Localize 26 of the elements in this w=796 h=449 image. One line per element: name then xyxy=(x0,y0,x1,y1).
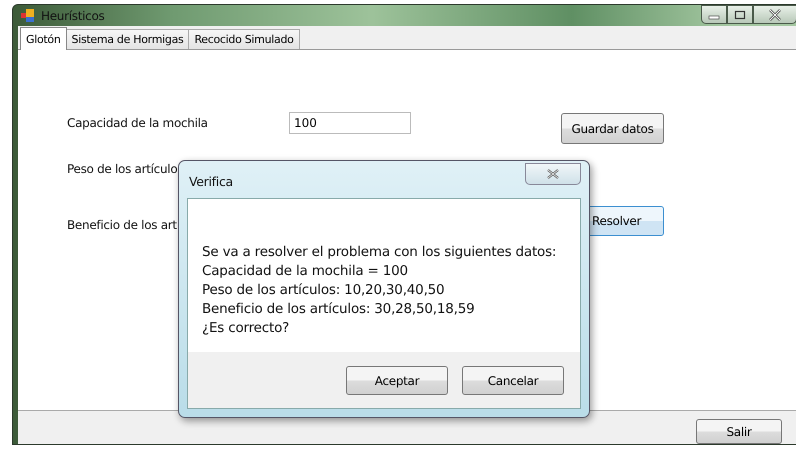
exit-button[interactable]: Salir xyxy=(696,419,782,444)
field-label: Peso de los artículo xyxy=(67,162,178,176)
save-button[interactable]: Guardar datos xyxy=(561,113,664,144)
field-label: Beneficio de los art xyxy=(67,218,178,232)
minimize-button[interactable] xyxy=(701,5,727,24)
message-line: Beneficio de los artículos: 30,28,50,18,59 xyxy=(202,300,476,319)
dialog-button[interactable]: Cancelar xyxy=(462,366,564,395)
close-button[interactable] xyxy=(753,5,796,24)
window-title: Heurísticos xyxy=(41,8,104,22)
close-button[interactable] xyxy=(525,163,581,185)
message-line: ¿Es correcto? xyxy=(202,319,290,338)
tab[interactable]: Glotón xyxy=(20,27,67,50)
close-icon xyxy=(768,8,782,20)
tab[interactable]: Sistema de Hormigas xyxy=(66,29,190,49)
tab[interactable]: Recocido Simulado xyxy=(188,29,300,49)
dialog-button[interactable]: Aceptar xyxy=(346,366,448,395)
maximize-button[interactable] xyxy=(727,5,753,24)
field-label: Capacidad de la mochila xyxy=(67,116,209,130)
close-icon xyxy=(547,169,559,179)
message-line: Capacidad de la mochila = 100 xyxy=(202,262,409,281)
message-line: Peso de los artículos: 10,20,30,40,50 xyxy=(202,281,446,300)
maximize-icon xyxy=(734,10,746,20)
message-line: Se va a resolver el problema con los siguientes datos: xyxy=(202,243,558,262)
app-icon xyxy=(21,8,35,22)
dialog-title: Verifica xyxy=(189,174,233,189)
input-field[interactable]: 100 xyxy=(289,112,411,134)
